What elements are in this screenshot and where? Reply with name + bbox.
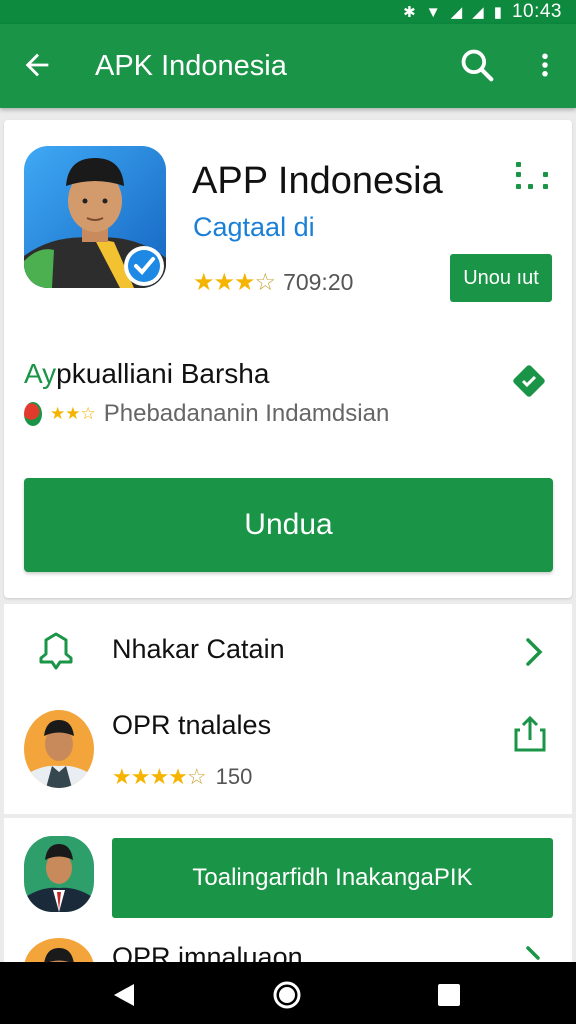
back-arrow-icon[interactable]	[20, 48, 54, 82]
avatar	[24, 836, 94, 912]
rating-stars: ★★★☆	[193, 269, 276, 296]
app-icon	[24, 146, 166, 288]
signal-icon-2: ◢	[472, 3, 484, 21]
leaf-icon	[24, 402, 42, 426]
small-stars: ★★☆	[50, 404, 96, 423]
diamond-check-icon[interactable]	[510, 362, 548, 400]
app-bar: APK Indonesia	[0, 24, 576, 108]
share-icon[interactable]	[512, 714, 548, 754]
action-button[interactable]: Unou ıut	[450, 254, 552, 302]
status-bar: ✱ ▼ ◢ ◢ ▮ 10:43	[0, 0, 576, 24]
list-item-rating: ★★★★☆ 150	[112, 764, 252, 790]
download-button[interactable]: Undua	[24, 478, 553, 572]
nav-back-icon[interactable]	[112, 982, 136, 1008]
list-item-label[interactable]: OPR tnalales	[112, 710, 271, 741]
promo-button[interactable]: Toalingarfidh InakangaPIK	[112, 838, 553, 918]
rating-text: 709:20	[283, 269, 354, 295]
rating-text: 150	[215, 764, 253, 789]
more-vert-icon[interactable]	[530, 48, 560, 82]
subtitle-text: Phebadananin Indamdsian	[103, 400, 390, 427]
battery-icon: ▮	[493, 3, 502, 21]
list-card	[4, 604, 572, 814]
developer-link[interactable]: Cagtaal di	[193, 212, 315, 243]
shield-icon	[39, 632, 73, 670]
status-time: 10:43	[511, 1, 562, 22]
search-icon[interactable]	[458, 46, 496, 84]
section-subtitle: ★★☆ Phebadananin Indamdsian	[24, 400, 389, 428]
app-bar-title: APK Indonesia	[95, 50, 287, 82]
app-name: APP Indonesia	[192, 160, 443, 202]
notification-icon: ✱	[403, 3, 416, 21]
nav-recents-icon[interactable]	[438, 984, 460, 1006]
avatar	[24, 710, 94, 788]
rating-stars: ★★★★☆	[112, 764, 207, 789]
wifi-icon: ▼	[425, 3, 441, 21]
list-item-label[interactable]: Nhakar Catain	[112, 634, 285, 665]
section-title: Aypkualliani Barsha	[24, 358, 270, 389]
chevron-right-icon[interactable]	[522, 634, 546, 670]
nav-home-icon[interactable]	[272, 980, 302, 1010]
scan-corners-icon[interactable]	[512, 158, 552, 194]
signal-icon: ◢	[450, 3, 463, 21]
app-rating: ★★★☆ 709:20	[193, 268, 353, 297]
chevron-right-icon[interactable]	[522, 944, 546, 964]
